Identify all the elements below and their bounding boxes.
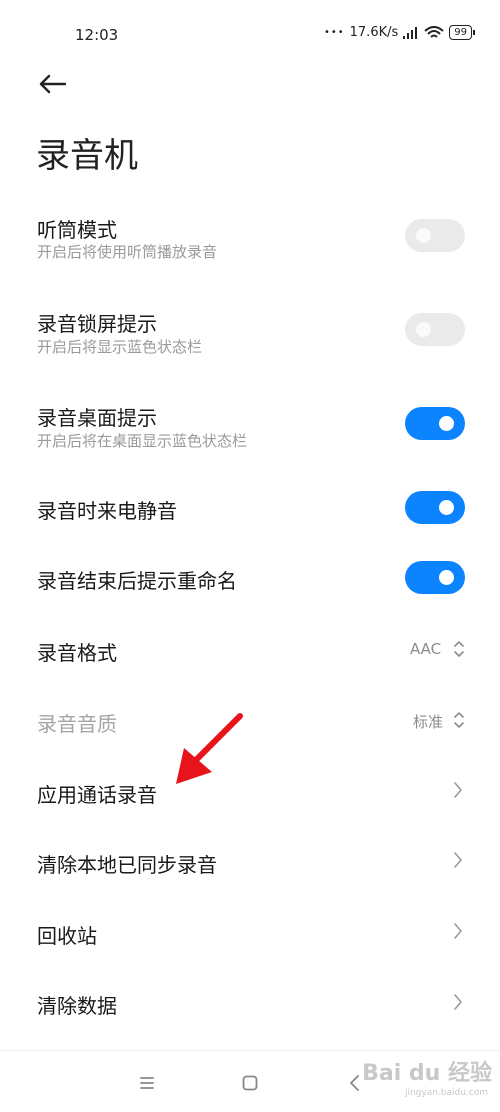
setting-title: 录音锁屏提示 (37, 312, 157, 336)
watermark-logo: Bai du 经验 (362, 1061, 492, 1086)
watermark-url: jingyan.baidu.com (404, 1088, 488, 1098)
format-value: AAC (410, 640, 442, 658)
setting-title: 录音桌面提示 (37, 406, 157, 430)
notification-dots: ••• (323, 27, 345, 38)
setting-mute-calls[interactable]: 录音时来电静音 (0, 478, 500, 538)
setting-clear-synced[interactable]: 清除本地已同步录音 (0, 830, 500, 890)
setting-quality[interactable]: 录音音质 标准 (0, 690, 500, 750)
setting-earpiece-mode[interactable]: 听筒模式 开启后将使用听筒播放录音 (0, 205, 500, 295)
wifi-icon (424, 25, 444, 38)
annotation-arrow-icon (176, 713, 243, 784)
page-title: 录音机 (36, 136, 138, 176)
lockscreen-hint-toggle[interactable] (405, 313, 465, 346)
chevron-right-icon (454, 994, 462, 1010)
chevron-right-icon (454, 923, 462, 939)
desktop-hint-toggle[interactable] (405, 407, 465, 440)
setting-subtitle: 开启后将显示蓝色状态栏 (37, 338, 203, 356)
toggle-knob (439, 500, 454, 515)
setting-title: 清除本地已同步录音 (37, 853, 217, 877)
earpiece-mode-toggle[interactable] (405, 219, 465, 252)
setting-lockscreen-hint[interactable]: 录音锁屏提示 开启后将显示蓝色状态栏 (0, 300, 500, 390)
status-bar: 12:03 ••• 17.6K/s 99 (0, 0, 500, 70)
setting-clear-data[interactable]: 清除数据 (0, 972, 500, 1032)
battery-icon: 99 (449, 25, 475, 40)
setting-title: 应用通话录音 (37, 783, 157, 807)
setting-call-recording[interactable]: 应用通话录音 (0, 760, 500, 820)
back-arrow-icon (39, 74, 66, 94)
status-time: 12:03 (75, 26, 119, 44)
setting-format[interactable]: 录音格式 AAC (0, 620, 500, 680)
toggle-knob (439, 570, 454, 585)
rename-prompt-toggle[interactable] (405, 561, 465, 594)
mute-calls-toggle[interactable] (405, 491, 465, 524)
toggle-knob (416, 228, 431, 243)
setting-title: 回收站 (37, 924, 97, 948)
chevron-right-icon (454, 852, 462, 868)
signal-icon (403, 26, 418, 39)
toggle-knob (439, 416, 454, 431)
back-button[interactable] (34, 66, 70, 102)
setting-title: 清除数据 (37, 994, 117, 1018)
menu-icon[interactable] (137, 1073, 157, 1093)
setting-title: 录音时来电静音 (37, 499, 177, 523)
setting-desktop-hint[interactable]: 录音桌面提示 开启后将在桌面显示蓝色状态栏 (0, 394, 500, 484)
quality-value: 标准 (413, 713, 444, 731)
status-icons: ••• 17.6K/s 99 (323, 25, 475, 40)
setting-title: 录音格式 (37, 641, 117, 665)
setting-subtitle: 开启后将在桌面显示蓝色状态栏 (37, 432, 248, 450)
up-down-icon (454, 712, 464, 728)
setting-rename-prompt[interactable]: 录音结束后提示重命名 (0, 548, 500, 608)
chevron-right-icon (454, 782, 462, 798)
up-down-icon (454, 641, 464, 657)
setting-title: 录音音质 (37, 712, 117, 736)
setting-recycle-bin[interactable]: 回收站 (0, 900, 500, 960)
home-icon[interactable] (240, 1073, 260, 1093)
setting-title: 录音结束后提示重命名 (37, 569, 237, 593)
network-speed: 17.6K/s (349, 25, 399, 40)
setting-title: 听筒模式 (37, 218, 117, 242)
setting-subtitle: 开启后将使用听筒播放录音 (37, 243, 218, 261)
toggle-knob (416, 322, 431, 337)
